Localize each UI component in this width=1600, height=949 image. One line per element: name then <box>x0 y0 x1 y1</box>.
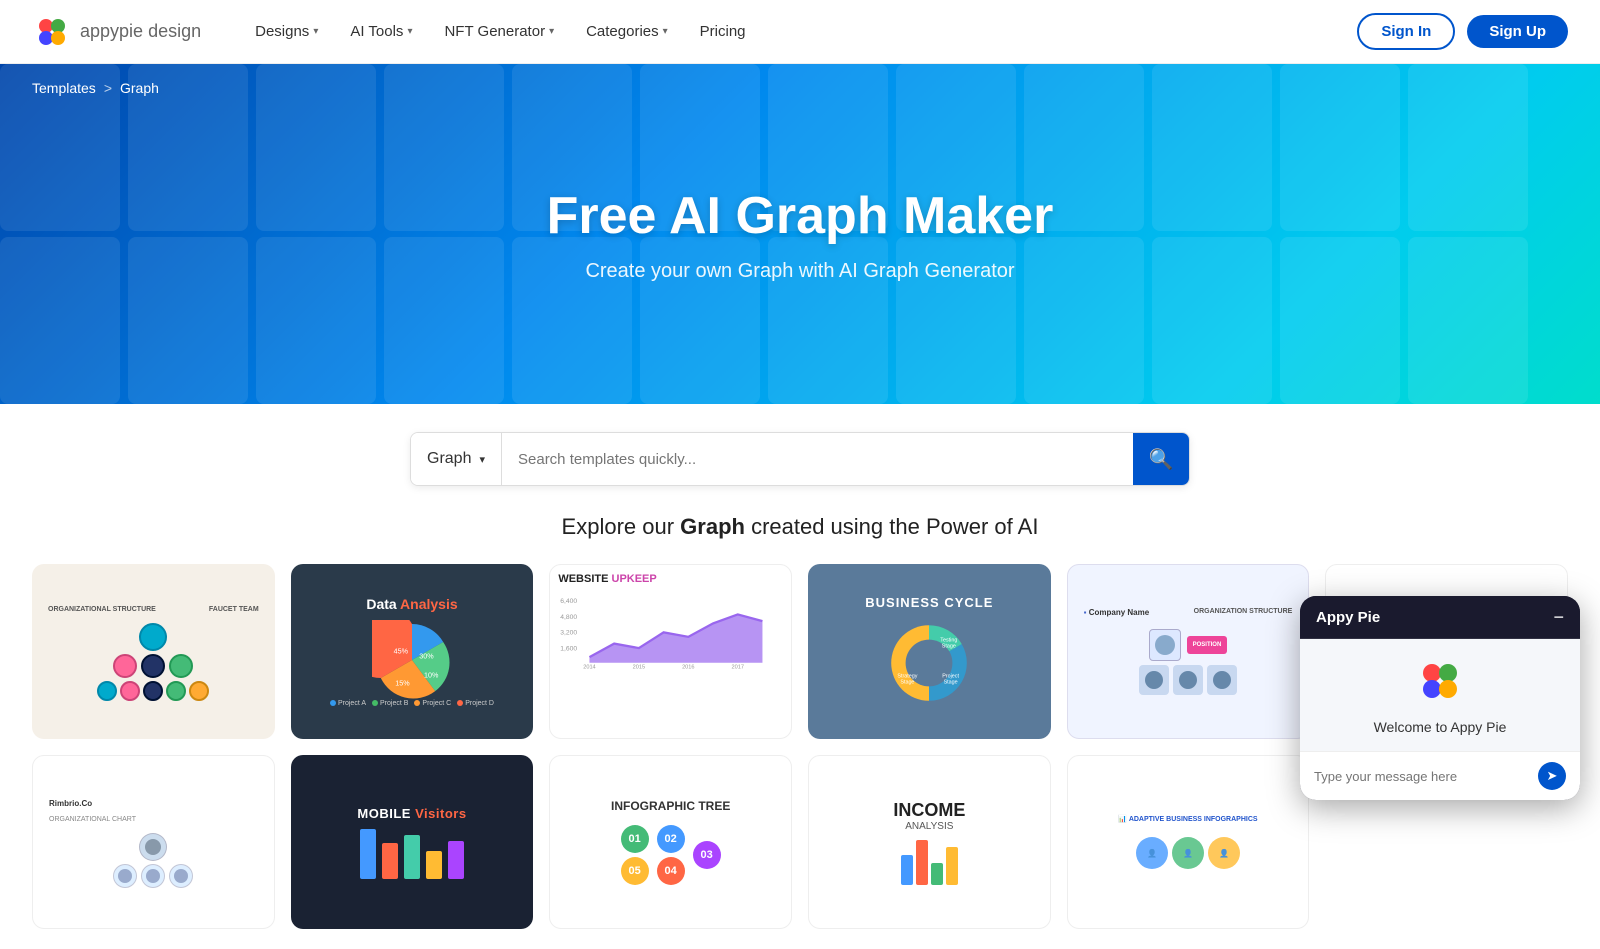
chat-minimize-button[interactable]: − <box>1553 608 1564 626</box>
infographic-title: INFOGRAPHIC TREE <box>611 799 730 813</box>
search-icon: 🔍 <box>1149 447 1174 472</box>
orgstruct-card-inner: ▪ Company Name ORGANIZATION STRUCTURE PO… <box>1068 565 1309 738</box>
rimbrio-card-inner: Rimbrio.Co ORGANIZATIONAL CHART <box>33 756 274 929</box>
svg-text:4,800: 4,800 <box>561 614 578 621</box>
template-card-business-cycle[interactable]: BUSINESS CYCLE Testing Stage Project Sta… <box>808 564 1051 739</box>
data-title: Data Analysis <box>366 596 457 612</box>
chat-input-area: ➤ <box>1300 751 1580 800</box>
business-title: BUSINESS CYCLE <box>865 595 993 610</box>
svg-text:10%: 10% <box>424 670 439 679</box>
data-card-inner: Data Analysis 30% 10% 15% 45% <box>291 564 534 739</box>
income-title: INCOME <box>893 800 965 821</box>
svg-text:Strategy: Strategy <box>898 673 918 679</box>
chat-header: Appy Pie − <box>1300 596 1580 639</box>
svg-text:2017: 2017 <box>732 664 744 669</box>
nav-actions: Sign In Sign Up <box>1357 13 1568 50</box>
breadcrumb-separator: > <box>104 80 112 96</box>
chevron-down-icon: ▾ <box>313 26 318 37</box>
signin-button[interactable]: Sign In <box>1357 13 1455 50</box>
breadcrumb-templates[interactable]: Templates <box>32 80 96 96</box>
svg-text:6,400: 6,400 <box>561 598 578 605</box>
nav-item-categories[interactable]: Categories ▾ <box>572 15 682 48</box>
infographic-card-inner: INFOGRAPHIC TREE 01 05 02 04 03 <box>550 756 791 929</box>
template-card-data-analysis[interactable]: Data Analysis 30% 10% 15% 45% <box>291 564 534 739</box>
hero-subtitle: Create your own Graph with AI Graph Gene… <box>547 260 1054 283</box>
income-subtitle: ANALYSIS <box>905 821 953 832</box>
hero-section: Templates > Graph Free AI Graph Maker Cr… <box>0 64 1600 404</box>
chevron-down-icon: ▾ <box>479 453 485 466</box>
svg-text:Stage: Stage <box>942 644 956 650</box>
adaptive-card-inner: 📊 ADAPTIVE BUSINESS INFOGRAPHICS 👤 👤 👤 <box>1068 756 1309 929</box>
mobile-title: MOBILE Visitors <box>357 806 466 821</box>
search-category-select[interactable]: Graph ▾ <box>411 433 502 485</box>
chat-input[interactable] <box>1314 769 1530 784</box>
explore-title: Explore our Graph created using the Powe… <box>32 514 1568 540</box>
svg-text:Project: Project <box>943 673 960 679</box>
search-bar: Graph ▾ 🔍 <box>410 432 1190 486</box>
svg-text:2014: 2014 <box>584 664 596 669</box>
nav-item-ai-tools[interactable]: AI Tools ▾ <box>336 15 426 48</box>
website-title: WEBSITE UPKEEP <box>558 573 783 585</box>
chat-welcome-text: Welcome to Appy Pie <box>1374 719 1507 735</box>
hero-content: Free AI Graph Maker Create your own Grap… <box>547 186 1054 283</box>
svg-text:1,600: 1,600 <box>561 645 578 652</box>
breadcrumb: Templates > Graph <box>32 80 159 96</box>
search-button[interactable]: 🔍 <box>1133 433 1189 485</box>
svg-text:45%: 45% <box>394 646 409 655</box>
chat-logo-icon <box>1414 655 1466 707</box>
chevron-down-icon: ▾ <box>549 26 554 37</box>
template-card-org-struct-2[interactable]: ▪ Company Name ORGANIZATION STRUCTURE PO… <box>1067 564 1310 739</box>
template-card-org-structure[interactable]: ORGANIZATIONAL STRUCTUREFAUCET TEAM <box>32 564 275 739</box>
business-card-inner: BUSINESS CYCLE Testing Stage Project Sta… <box>808 564 1051 739</box>
navbar: appypie design Designs ▾ AI Tools ▾ NFT … <box>0 0 1600 64</box>
org-card-inner: ORGANIZATIONAL STRUCTUREFAUCET TEAM <box>32 564 275 739</box>
svg-text:Stage: Stage <box>901 680 915 686</box>
nav-links: Designs ▾ AI Tools ▾ NFT Generator ▾ Cat… <box>241 15 1357 48</box>
svg-text:30%: 30% <box>419 651 434 660</box>
send-icon: ➤ <box>1547 768 1558 784</box>
search-category-label: Graph <box>427 450 471 468</box>
donut-chart: Testing Stage Project Stage Strategy Sta… <box>884 618 974 708</box>
pie-legend: Project A Project B Project C Project D <box>330 700 494 707</box>
svg-text:Testing: Testing <box>941 637 958 643</box>
template-card-mobile-visitors[interactable]: MOBILE Visitors <box>291 755 534 930</box>
nav-item-designs[interactable]: Designs ▾ <box>241 15 332 48</box>
chat-body: Welcome to Appy Pie <box>1300 639 1580 751</box>
svg-text:3,200: 3,200 <box>561 630 578 637</box>
template-card-adaptive-business[interactable]: 📊 ADAPTIVE BUSINESS INFOGRAPHICS 👤 👤 👤 <box>1067 755 1310 930</box>
svg-text:15%: 15% <box>395 678 410 687</box>
website-card-inner: WEBSITE UPKEEP 6,400 4,800 3,200 1,600 2… <box>550 565 791 738</box>
template-card-infographic-tree[interactable]: INFOGRAPHIC TREE 01 05 02 04 03 <box>549 755 792 930</box>
template-card-rimbrio[interactable]: Rimbrio.Co ORGANIZATIONAL CHART <box>32 755 275 930</box>
mobile-card-inner: MOBILE Visitors <box>291 755 534 930</box>
chevron-down-icon: ▾ <box>407 26 412 37</box>
svg-text:Stage: Stage <box>944 680 958 686</box>
income-card-inner: INCOME ANALYSIS <box>809 756 1050 929</box>
pie-chart: 30% 10% 15% 45% <box>372 620 452 700</box>
svg-text:2015: 2015 <box>633 664 645 669</box>
nav-item-nft-generator[interactable]: NFT Generator ▾ <box>430 15 568 48</box>
explore-bold: Graph <box>680 514 745 539</box>
logo[interactable]: appypie design <box>32 12 201 52</box>
logo-text: appypie design <box>80 21 201 42</box>
chevron-down-icon: ▾ <box>663 26 668 37</box>
logo-icon <box>32 12 72 52</box>
chat-widget: Appy Pie − Welcome to Appy Pie ➤ <box>1300 596 1580 800</box>
search-input[interactable] <box>502 433 1133 485</box>
template-card-income-analysis[interactable]: INCOME ANALYSIS <box>808 755 1051 930</box>
breadcrumb-current: Graph <box>120 80 159 96</box>
area-chart: 6,400 4,800 3,200 1,600 2014 2015 2016 2… <box>558 589 783 669</box>
nav-item-pricing[interactable]: Pricing <box>686 15 760 48</box>
template-card-website-upkeep[interactable]: WEBSITE UPKEEP 6,400 4,800 3,200 1,600 2… <box>549 564 792 739</box>
signup-button[interactable]: Sign Up <box>1467 15 1568 48</box>
chat-header-title: Appy Pie <box>1316 609 1380 626</box>
chat-send-button[interactable]: ➤ <box>1538 762 1566 790</box>
svg-text:2016: 2016 <box>682 664 694 669</box>
search-container: Graph ▾ 🔍 <box>0 404 1600 504</box>
hero-title: Free AI Graph Maker <box>547 186 1054 246</box>
